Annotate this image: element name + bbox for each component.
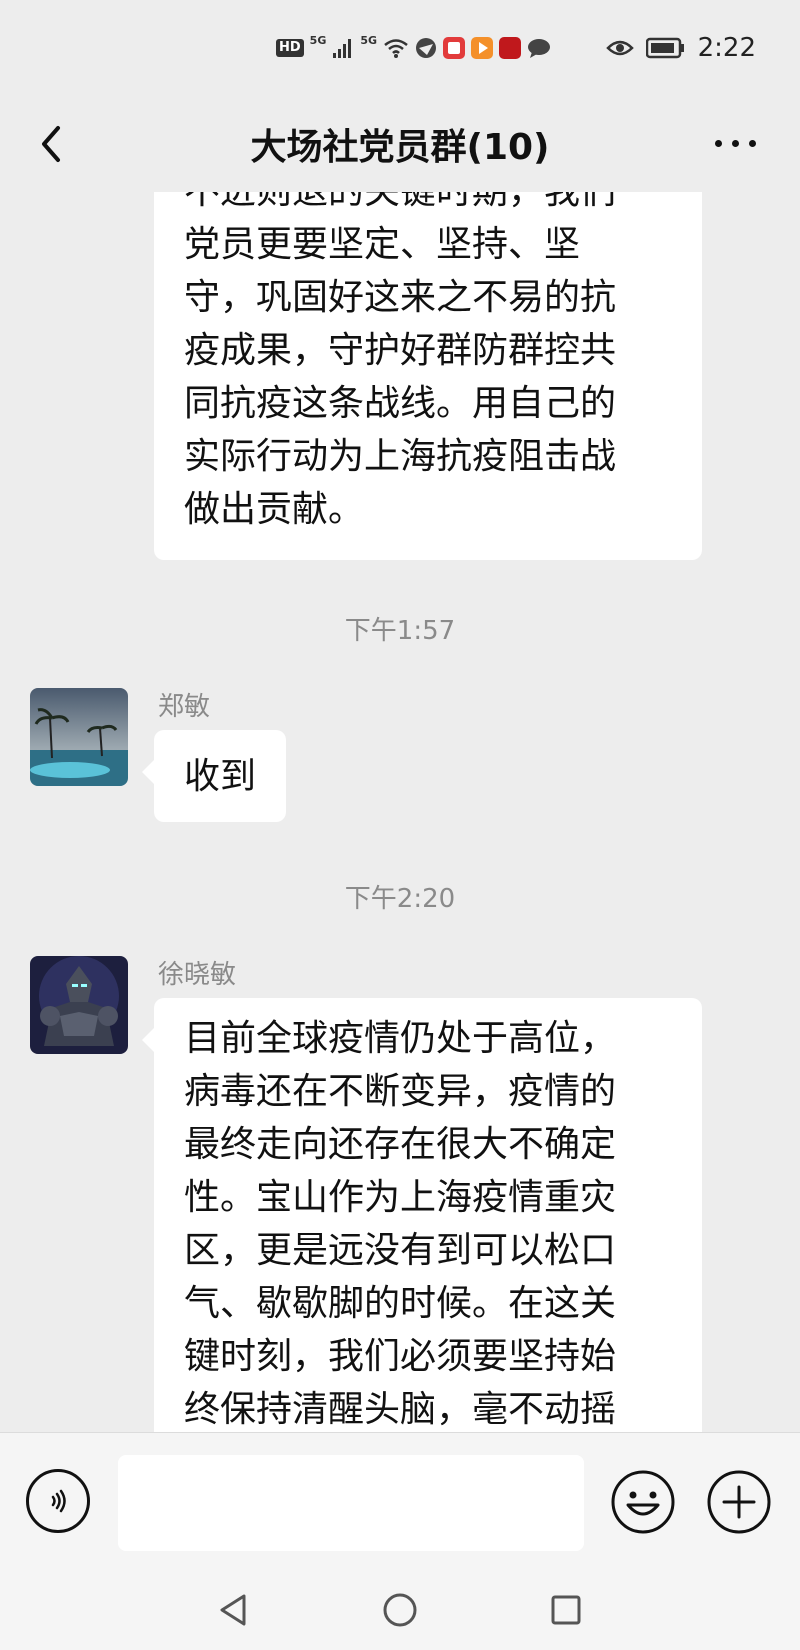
message-line: 键时刻，我们必须要坚持始 — [184, 1336, 617, 1377]
triangle-back-icon — [220, 1594, 246, 1626]
system-navigation-bar — [0, 1572, 800, 1650]
message-line: 实际行动为上海抗疫阻击战 — [184, 436, 617, 477]
message-line: 守，巩固好这来之不易的抗 — [184, 277, 617, 318]
message-line: 不进则退的关键时期，我们 — [184, 192, 672, 218]
status-icons-left: HD 5G 5G — [276, 30, 551, 66]
timestamp: 下午1:57 — [344, 616, 456, 646]
avatar[interactable] — [30, 688, 128, 786]
plus-icon — [707, 1470, 771, 1534]
message-bubble[interactable]: 不进则退的关键时期，我们 党员更要坚定、坚持、坚 守，巩固好这来之不易的抗 疫成… — [154, 192, 702, 560]
avatar-beach-image — [30, 688, 128, 786]
more-dot — [748, 139, 756, 147]
chat-bubble-icon — [528, 39, 551, 58]
chat-header: 大场社党员群(10) — [0, 96, 800, 192]
emoji-icon — [611, 1470, 675, 1534]
more-button[interactable] — [700, 118, 770, 168]
message-line: 疫成果，守护好群防群控共 — [184, 330, 617, 371]
circle-home-icon — [383, 1593, 417, 1627]
study-app-icon — [499, 37, 522, 59]
emoji-button[interactable] — [610, 1469, 676, 1535]
network-type-label: 5G — [309, 33, 327, 47]
message-line: 最终走向还存在很大不确定 — [184, 1124, 617, 1165]
message-line: 同抗疫这条战线。用自己的 — [184, 383, 617, 424]
browser-icon — [416, 38, 437, 58]
video-app-icon — [471, 37, 494, 59]
message-input[interactable] — [118, 1455, 584, 1551]
message-line: 气、歇歇脚的时候。在这关 — [184, 1283, 617, 1324]
status-bar: HD 5G 5G 2:22 — [0, 0, 800, 96]
status-icons-right: 2:22 — [605, 30, 756, 66]
system-back-button[interactable] — [214, 1590, 254, 1630]
chat-message-list[interactable]: 不进则退的关键时期，我们 党员更要坚定、坚持、坚 守，巩固好这来之不易的抗 疫成… — [0, 192, 800, 1432]
message-text: 收到 — [184, 756, 257, 797]
avatar[interactable] — [30, 956, 128, 1054]
system-home-button[interactable] — [380, 1590, 420, 1630]
voice-icon — [51, 1489, 66, 1513]
hd-icon: HD — [276, 39, 304, 57]
wifi-icon — [384, 39, 408, 58]
message-line: 党员更要坚定、坚持、坚 — [184, 224, 581, 265]
avatar-robot-image — [30, 956, 128, 1054]
message-line: 终保持清醒头脑，毫不动摇 — [184, 1389, 617, 1430]
timestamp: 下午2:20 — [344, 884, 456, 914]
more-functions-button[interactable] — [706, 1469, 772, 1535]
message-bubble[interactable]: 目前全球疫情仍处于高位， 病毒还在不断变异，疫情的 最终走向还存在很大不确定 性… — [142, 998, 702, 1432]
message-line: 病毒还在不断变异，疫情的 — [184, 1071, 617, 1112]
system-recents-button[interactable] — [546, 1590, 586, 1630]
sender-name: 郑敏 — [158, 692, 211, 722]
reader-app-icon — [443, 37, 466, 59]
battery-icon — [645, 37, 684, 59]
voice-button[interactable] — [26, 1469, 90, 1533]
signal-icon — [333, 39, 352, 58]
square-recents-icon — [551, 1595, 581, 1625]
sender-name: 徐晓敏 — [158, 960, 237, 990]
network-type-label-2: 5G — [360, 33, 378, 47]
more-dot — [731, 139, 739, 147]
message-line: 性。宝山作为上海疫情重灾 — [184, 1177, 617, 1218]
clock: 2:22 — [697, 33, 756, 63]
message-line: 做出贡献。 — [184, 489, 365, 530]
message-line: 目前全球疫情仍处于高位， — [184, 1018, 617, 1059]
eye-icon — [605, 40, 634, 56]
message-bubble[interactable]: 收到 — [141, 730, 287, 822]
message-input-bar — [0, 1432, 800, 1573]
message-line: 区，更是远没有到可以松口 — [184, 1230, 617, 1271]
more-dots-icon — [714, 139, 722, 147]
page-title: 大场社党员群(10) — [250, 127, 550, 168]
